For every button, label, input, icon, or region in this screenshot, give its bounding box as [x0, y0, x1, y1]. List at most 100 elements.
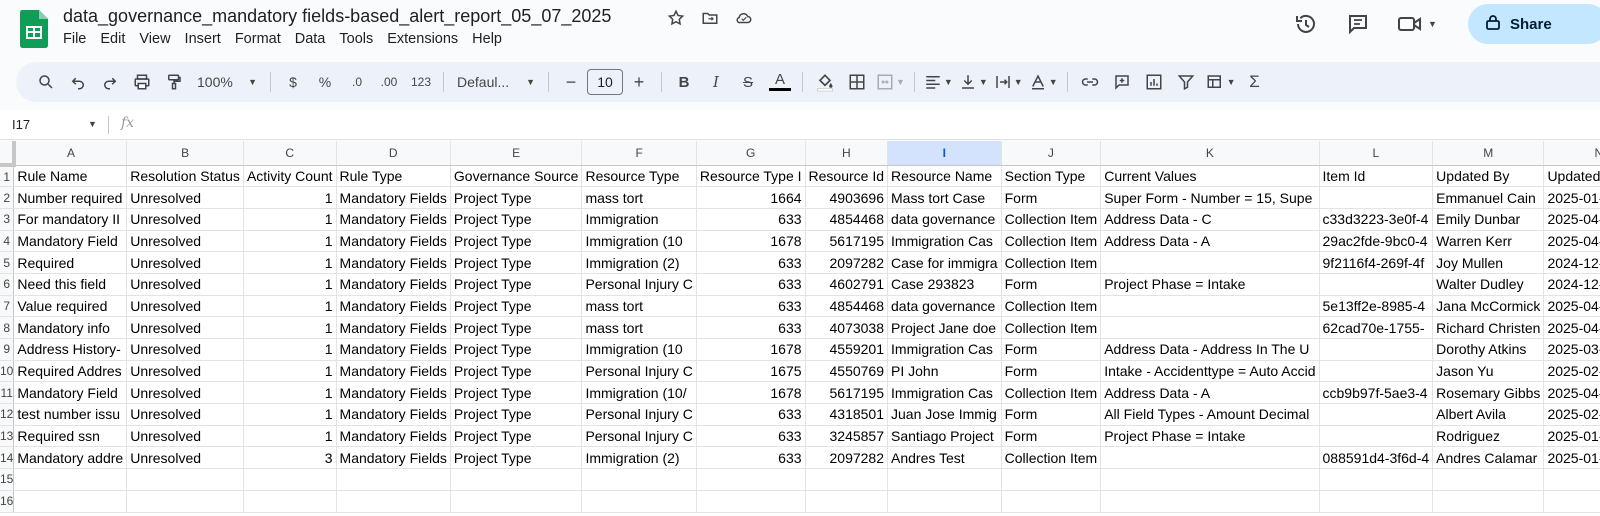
cell[interactable]	[126, 490, 244, 513]
cell[interactable]: 4602791	[805, 273, 889, 296]
cell[interactable]: Collection Item	[1001, 251, 1102, 274]
cell[interactable]: Project Type	[450, 295, 583, 318]
column-header-e[interactable]: E	[450, 141, 583, 166]
column-header-j[interactable]: J	[1001, 141, 1102, 166]
column-header-b[interactable]: B	[126, 141, 244, 166]
cell[interactable]: 1	[243, 425, 337, 448]
cell[interactable]	[126, 468, 244, 491]
cell[interactable]: Item Id	[1319, 165, 1434, 188]
cell[interactable]: 1	[243, 273, 337, 296]
cell[interactable]: Project Phase = Intake	[1100, 273, 1320, 296]
column-header-g[interactable]: G	[696, 141, 806, 166]
cell[interactable]: Collection Item	[1001, 295, 1102, 318]
cell[interactable]: 1678	[696, 230, 806, 253]
cell[interactable]	[13, 468, 128, 491]
cell[interactable]: Andres Test	[887, 446, 1002, 470]
italic-icon[interactable]: I	[703, 68, 729, 96]
filter-icon[interactable]	[1173, 68, 1199, 96]
cell[interactable]: Super Form - Number = 15, Supe	[1100, 186, 1320, 209]
cell[interactable]: 1	[243, 295, 337, 318]
cell[interactable]	[336, 490, 451, 513]
cell[interactable]	[1319, 360, 1434, 383]
menu-file[interactable]: File	[56, 31, 93, 47]
cell[interactable]: 2025-04-28 17:2	[1543, 208, 1600, 231]
cell[interactable]: c33d3223-3e0f-4	[1319, 208, 1434, 231]
star-icon[interactable]	[666, 8, 686, 28]
cell[interactable]: 1664	[696, 186, 806, 209]
row-header[interactable]: 9	[0, 338, 15, 361]
cell[interactable]: 5617195	[805, 381, 889, 405]
cell[interactable]: Personal Injury C	[581, 360, 697, 383]
cell[interactable]: data governance	[887, 208, 1002, 231]
text-rotation-icon[interactable]: ▼	[1029, 68, 1058, 96]
search-menus-icon[interactable]	[33, 68, 59, 96]
cell[interactable]: Resource Id	[805, 165, 889, 188]
cell[interactable]	[1100, 251, 1320, 274]
menu-help[interactable]: Help	[465, 31, 509, 47]
row-header[interactable]: 13	[0, 425, 15, 448]
cell[interactable]: Mandatory Fields	[336, 316, 451, 339]
cell[interactable]: Project Type	[450, 446, 583, 470]
cell[interactable]: Collection Item	[1001, 316, 1102, 339]
column-header-n[interactable]: N	[1543, 141, 1600, 166]
cell[interactable]: 3245857	[805, 425, 889, 448]
cell[interactable]	[805, 468, 889, 491]
document-title[interactable]: data_governance_mandatory fields-based_a…	[63, 6, 611, 27]
cell[interactable]: Form	[1001, 360, 1102, 383]
row-header[interactable]: 2	[0, 186, 15, 209]
cell[interactable]: 633	[696, 208, 806, 231]
number-format-button[interactable]: 123	[408, 68, 434, 96]
cell[interactable]: 1	[243, 186, 337, 209]
cell[interactable]: Case for immigra	[887, 251, 1002, 274]
cell[interactable]: Unresolved	[126, 446, 244, 470]
currency-format-button[interactable]: $	[280, 68, 306, 96]
cell[interactable]: Form	[1001, 338, 1102, 361]
cell[interactable]: Project Type	[450, 381, 583, 405]
cell[interactable]: 1	[243, 338, 337, 361]
cell[interactable]: 1	[243, 208, 337, 231]
cell[interactable]: 4854468	[805, 295, 889, 318]
functions-icon[interactable]: Σ	[1242, 68, 1268, 96]
cell[interactable]: Personal Injury C	[581, 425, 697, 448]
cell[interactable]: 2025-04-25 19:0	[1543, 230, 1600, 253]
cell[interactable]: 2097282	[805, 251, 889, 274]
print-icon[interactable]	[129, 68, 155, 96]
row-header[interactable]: 7	[0, 295, 15, 318]
cell[interactable]: Required Addres	[13, 360, 128, 383]
cell[interactable]: Required ssn	[13, 425, 128, 448]
cell[interactable]: Rosemary Gibbs	[1432, 381, 1545, 405]
cell[interactable]: Resolution Status	[126, 165, 244, 188]
cell[interactable]: Project Jane doe	[887, 316, 1002, 339]
cell[interactable]: 2025-02-07 22:2	[1543, 403, 1600, 426]
cell[interactable]: Updated At	[1543, 165, 1600, 188]
cell[interactable]: Governance Source	[450, 165, 583, 188]
cell[interactable]: Jana McCormick	[1432, 295, 1545, 318]
menu-view[interactable]: View	[132, 31, 177, 47]
increase-font-size-icon[interactable]: +	[626, 68, 652, 96]
sheets-logo-icon[interactable]	[20, 10, 48, 48]
chevron-down-icon[interactable]: ▼	[88, 119, 97, 129]
cell[interactable]: Immigration	[581, 208, 697, 231]
cell[interactable]: Mandatory Fields	[336, 360, 451, 383]
cell[interactable]: 633	[696, 425, 806, 448]
cell[interactable]: For mandatory II	[13, 208, 128, 231]
cell[interactable]: Mandatory Fields	[336, 446, 451, 470]
cell[interactable]: Immigration (2)	[581, 446, 697, 470]
cell[interactable]: Form	[1001, 425, 1102, 448]
cell[interactable]: Project Phase = Intake	[1100, 425, 1320, 448]
cell[interactable]: Dorothy Atkins	[1432, 338, 1545, 361]
cell[interactable]: 29ac2fde-9bc0-4	[1319, 230, 1434, 253]
cell[interactable]: Updated By	[1432, 165, 1545, 188]
cell[interactable]: Mandatory Fields	[336, 230, 451, 253]
cell[interactable]	[1100, 316, 1320, 339]
column-header-i[interactable]: I	[887, 141, 1002, 166]
cell[interactable]: Unresolved	[126, 186, 244, 209]
cell[interactable]	[243, 468, 337, 491]
cell[interactable]	[13, 490, 128, 513]
cell[interactable]: Project Type	[450, 316, 583, 339]
menu-tools[interactable]: Tools	[332, 31, 380, 47]
row-header[interactable]: 15	[0, 468, 15, 491]
cell[interactable]: Mandatory Field	[13, 230, 128, 253]
cell[interactable]: Project Type	[450, 425, 583, 448]
cell[interactable]: 2025-03-13 21:1	[1543, 338, 1600, 361]
